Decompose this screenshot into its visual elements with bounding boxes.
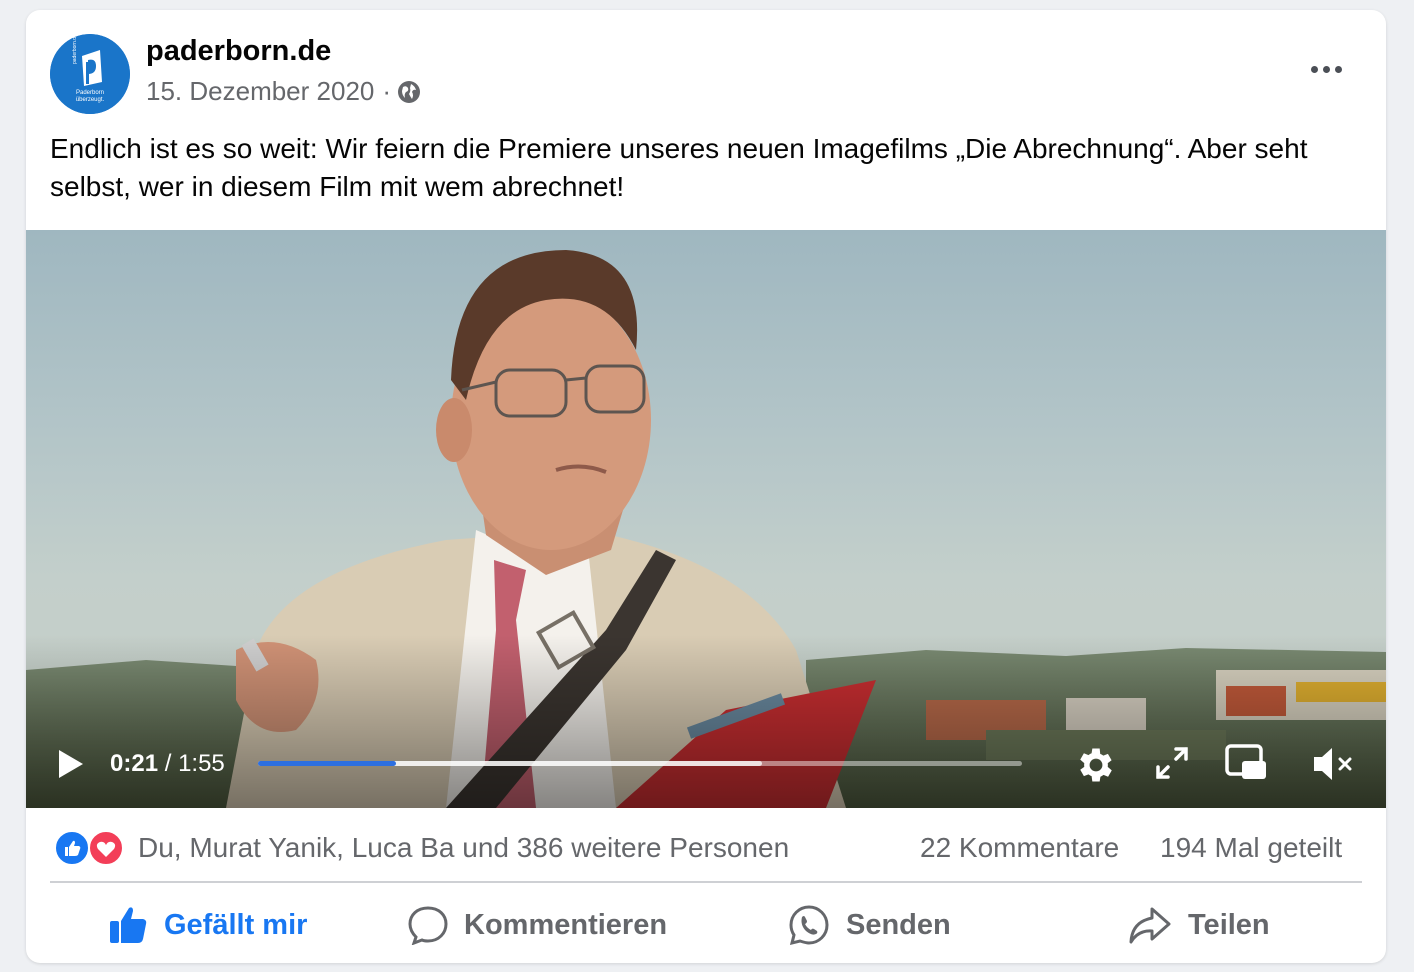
post-text: Endlich ist es so weit: Wir feiern die P… xyxy=(50,133,1308,202)
video-time: 0:21 / 1:55 xyxy=(110,750,225,778)
progress-played xyxy=(258,761,396,766)
progress-bar[interactable] xyxy=(258,761,1022,766)
post-meta: 15. Dezember 2020 · xyxy=(146,76,421,107)
fullscreen-icon[interactable] xyxy=(1154,745,1190,781)
dot xyxy=(1322,65,1330,73)
post-card: paderborn.de Paderborn überzeugt. paderb… xyxy=(26,10,1386,963)
whatsapp-icon xyxy=(789,905,829,946)
post-stats: Du, Murat Yanik, Luca Ba und 386 weitere… xyxy=(50,826,1362,870)
meta-separator: · xyxy=(382,76,392,106)
share-label: Teilen xyxy=(1188,908,1270,941)
duration: 1:55 xyxy=(178,750,225,777)
dot xyxy=(1310,65,1318,73)
share-button[interactable]: Teilen xyxy=(1128,898,1270,952)
more-options-button[interactable] xyxy=(1306,54,1346,84)
post-date[interactable]: 15. Dezember 2020 xyxy=(146,76,374,107)
like-button[interactable]: Gefällt mir xyxy=(108,898,307,952)
reactions-icons[interactable] xyxy=(54,830,126,866)
avatar-text-line1: Paderborn xyxy=(76,90,104,96)
avatar-text-line2: überzeugt. xyxy=(76,97,105,103)
dot xyxy=(1334,65,1342,73)
video-controls: 0:21 / 1:55 xyxy=(26,230,1386,808)
play-icon[interactable] xyxy=(56,748,86,780)
thumbs-up-icon xyxy=(110,907,147,943)
time-separator: / xyxy=(158,750,179,777)
divider xyxy=(50,881,1362,883)
comment-bubble-icon xyxy=(408,906,448,945)
like-label: Gefällt mir xyxy=(164,908,308,941)
comment-label: Kommentieren xyxy=(464,908,668,941)
page-name[interactable]: paderborn.de xyxy=(146,35,331,68)
globe-icon xyxy=(398,80,421,103)
avatar-vertical-text: paderborn.de xyxy=(72,34,78,64)
reactions-text[interactable]: Du, Murat Yanik, Luca Ba und 386 weitere… xyxy=(138,832,789,864)
paderborn-logo-icon: paderborn.de Paderborn überzeugt. xyxy=(50,34,130,114)
shares-count[interactable]: 194 Mal geteilt xyxy=(1160,832,1342,864)
current-time: 0:21 xyxy=(110,750,159,777)
send-button[interactable]: Senden xyxy=(788,898,951,952)
page-avatar[interactable]: paderborn.de Paderborn überzeugt. xyxy=(50,34,130,114)
send-label: Senden xyxy=(846,908,951,941)
share-arrow-icon xyxy=(1129,907,1171,944)
gear-icon[interactable] xyxy=(1074,743,1118,787)
picture-in-picture-icon[interactable] xyxy=(1224,743,1268,783)
video-player[interactable]: 0:21 / 1:55 xyxy=(26,230,1386,808)
comments-count[interactable]: 22 Kommentare xyxy=(920,832,1119,864)
muted-speaker-icon[interactable] xyxy=(1310,744,1356,784)
comment-button[interactable]: Kommentieren xyxy=(408,898,667,952)
